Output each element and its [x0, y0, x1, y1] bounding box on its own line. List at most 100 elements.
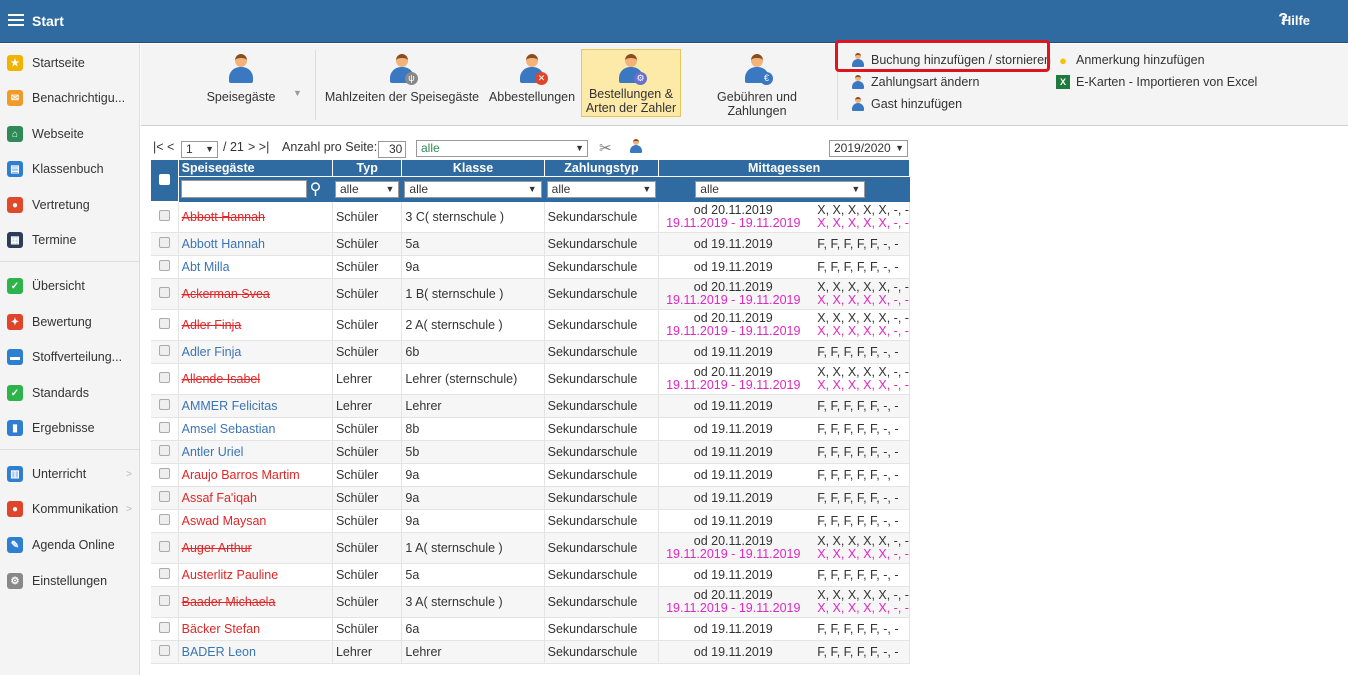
guest-name-link[interactable]: Abbott Hannah — [182, 210, 265, 224]
pager-first-prev[interactable]: |< < — [153, 140, 174, 154]
klasse-filter-select[interactable]: alle ▼ — [404, 180, 542, 198]
guest-name-link[interactable]: Allende Isabel — [182, 372, 261, 386]
sidebar-item[interactable]: ● Kommunikation > — [0, 497, 140, 521]
table-row[interactable]: Aswad Maysan Schüler 9a Sekundarschule od 19… — [150, 509, 910, 533]
select-all-checkbox[interactable] — [158, 173, 170, 185]
guest-name-link[interactable]: Bäcker Stefan — [182, 622, 261, 636]
row-checkbox[interactable] — [158, 445, 170, 456]
column-header-zahlungstyp[interactable]: Zahlungstyp — [543, 159, 660, 177]
person-filter-icon[interactable] — [629, 139, 649, 157]
sidebar-item[interactable]: ● Vertretung — [0, 193, 140, 217]
ribbon-button-gebuehren[interactable]: € Gebühren und Zahlungen — [686, 50, 828, 118]
table-row[interactable]: Adler Finja Schüler 6b Sekundarschule od 19.… — [150, 340, 910, 364]
import-excel-link[interactable]: X E-Karten - Importieren von Excel — [1056, 75, 1257, 89]
guest-name-link[interactable]: Adler Finja — [182, 345, 242, 359]
sidebar-item[interactable]: ▤ Klassenbuch — [0, 157, 140, 181]
page-title[interactable]: Start — [32, 13, 64, 29]
guest-name-link[interactable]: Adler Finja — [182, 318, 242, 332]
menu-icon[interactable] — [8, 14, 24, 26]
table-row[interactable]: Antler Uriel Schüler 5b Sekundarschule od 19… — [150, 440, 910, 464]
row-checkbox[interactable] — [158, 622, 170, 633]
table-row[interactable]: Baader Michaela Schüler 3 A( sternschule )… — [150, 586, 910, 618]
row-checkbox[interactable] — [158, 645, 170, 656]
row-checkbox[interactable] — [158, 260, 170, 271]
add-guest-link[interactable]: Gast hinzufügen — [851, 97, 962, 111]
sidebar-item[interactable]: ✓ Standards — [0, 381, 140, 405]
row-checkbox[interactable] — [158, 541, 170, 552]
column-header-mittagessen[interactable]: Mittagessen — [658, 159, 910, 177]
year-select[interactable]: 2019/2020 ▼ — [829, 140, 908, 157]
guest-name-link[interactable]: Aswad Maysan — [182, 514, 267, 528]
table-row[interactable]: Araujo Barros Martim Schüler 9a Sekundarsch… — [150, 463, 910, 487]
zahlung-filter-select[interactable]: alle ▼ — [546, 180, 657, 198]
column-header-typ[interactable]: Typ — [331, 159, 403, 177]
sidebar-item[interactable]: ✦ Bewertung — [0, 310, 140, 334]
sidebar-item[interactable]: ✉ Benachrichtigu... — [0, 86, 140, 110]
guest-name-link[interactable]: Amsel Sebastian — [182, 422, 276, 436]
sidebar-item[interactable]: ✎ Agenda Online — [0, 533, 140, 557]
guest-name-link[interactable]: Assaf Fa'iqah — [182, 491, 257, 505]
per-page-input[interactable]: 30 — [378, 141, 406, 158]
search-icon[interactable]: ⚲ — [310, 179, 322, 199]
ribbon-button-speisegaeste[interactable]: Speisegäste ▼ — [181, 50, 302, 116]
row-checkbox[interactable] — [158, 422, 170, 433]
add-note-link[interactable]: ● Anmerkung hinzufügen — [1056, 53, 1205, 68]
row-checkbox[interactable] — [158, 568, 170, 579]
row-checkbox[interactable] — [158, 210, 170, 221]
filter-select[interactable]: alle ▼ — [416, 140, 588, 157]
ribbon-button-mahlzeiten[interactable]: ψ Mahlzeiten der Speisegäste — [324, 50, 480, 116]
table-row[interactable]: Assaf Fa'iqah Schüler 9a Sekundarschule od 1… — [150, 486, 910, 510]
row-checkbox[interactable] — [158, 318, 170, 329]
table-row[interactable]: BADER Leon Lehrer Lehrer Sekundarschule od 1… — [150, 640, 910, 664]
row-checkbox[interactable] — [158, 491, 170, 502]
table-row[interactable]: Auger Arthur Schüler 1 A( sternschule ) Sek… — [150, 532, 910, 564]
sidebar-item[interactable]: ▥ Unterricht > — [0, 462, 140, 486]
sidebar-item[interactable]: ▬ Stoffverteilung... — [0, 345, 140, 369]
pager-next-last[interactable]: > >| — [248, 140, 269, 154]
guest-name-link[interactable]: BADER Leon — [182, 645, 256, 659]
column-header-klasse[interactable]: Klasse — [401, 159, 545, 177]
row-checkbox[interactable] — [158, 345, 170, 356]
page-select[interactable]: 1 ▼ — [181, 141, 218, 158]
chevron-down-icon[interactable]: ▼ — [293, 86, 302, 100]
table-row[interactable]: Amsel Sebastian Schüler 8b Sekundarschule od… — [150, 417, 910, 441]
table-row[interactable]: Abbott Hannah Schüler 3 C( sternschule ) Se… — [150, 201, 910, 233]
table-row[interactable]: Adler Finja Schüler 2 A( sternschule ) Seku… — [150, 309, 910, 341]
table-row[interactable]: Bäcker Stefan Schüler 6a Sekundarschule od 1… — [150, 617, 910, 641]
table-row[interactable]: AMMER Felicitas Lehrer Lehrer Sekundarschul… — [150, 394, 910, 418]
guest-name-link[interactable]: Auger Arthur — [182, 541, 252, 555]
guest-name-link[interactable]: Abbott Hannah — [182, 237, 265, 251]
mittag-filter-select[interactable]: alle ▼ — [695, 180, 866, 198]
sidebar-item[interactable]: ⌂ Webseite — [0, 122, 140, 146]
sidebar-item[interactable]: ⚙ Einstellungen — [0, 569, 140, 593]
row-checkbox[interactable] — [158, 514, 170, 525]
guest-name-link[interactable]: Antler Uriel — [182, 445, 244, 459]
table-row[interactable]: Ackerman Svea Schüler 1 B( sternschule ) Se… — [150, 278, 910, 310]
ribbon-button-bestellungen[interactable]: ⚙ Bestellungen & Arten der Zahler — [581, 49, 681, 117]
sidebar-item[interactable]: ✓ Übersicht — [0, 274, 140, 298]
sidebar-item[interactable]: ▦ Termine — [0, 228, 140, 252]
guest-name-link[interactable]: Ackerman Svea — [182, 287, 270, 301]
table-row[interactable]: Austerlitz Pauline Schüler 5a Sekundarschul… — [150, 563, 910, 587]
sidebar-item[interactable]: ▮ Ergebnisse — [0, 416, 140, 440]
row-checkbox[interactable] — [158, 595, 170, 606]
guest-name-link[interactable]: Araujo Barros Martim — [182, 468, 300, 482]
row-checkbox[interactable] — [158, 372, 170, 383]
ribbon-button-abbestellungen[interactable]: ✕ Abbestellungen — [487, 50, 577, 116]
row-checkbox[interactable] — [158, 399, 170, 410]
tools-icon[interactable]: ✂ — [599, 139, 612, 157]
guest-name-link[interactable]: Abt Milla — [182, 260, 230, 274]
payment-type-link[interactable]: Zahlungsart ändern — [851, 75, 979, 89]
help-link[interactable]: Hilfe — [1282, 13, 1310, 28]
column-header-speisegaeste[interactable]: Speisegäste — [177, 159, 333, 177]
row-checkbox[interactable] — [158, 468, 170, 479]
typ-filter-select[interactable]: alle ▼ — [334, 180, 400, 198]
sidebar-item[interactable]: ★ Startseite — [0, 51, 140, 75]
table-row[interactable]: Allende Isabel Lehrer Lehrer (sternschule)… — [150, 363, 910, 395]
name-search-input[interactable] — [180, 180, 307, 198]
table-row[interactable]: Abt Milla Schüler 9a Sekundarschule od 19.11… — [150, 255, 910, 279]
row-checkbox[interactable] — [158, 237, 170, 248]
guest-name-link[interactable]: Baader Michaela — [182, 595, 276, 609]
table-row[interactable]: Abbott Hannah Schüler 5a Sekundarschule od 1… — [150, 232, 910, 256]
guest-name-link[interactable]: AMMER Felicitas — [182, 399, 278, 413]
